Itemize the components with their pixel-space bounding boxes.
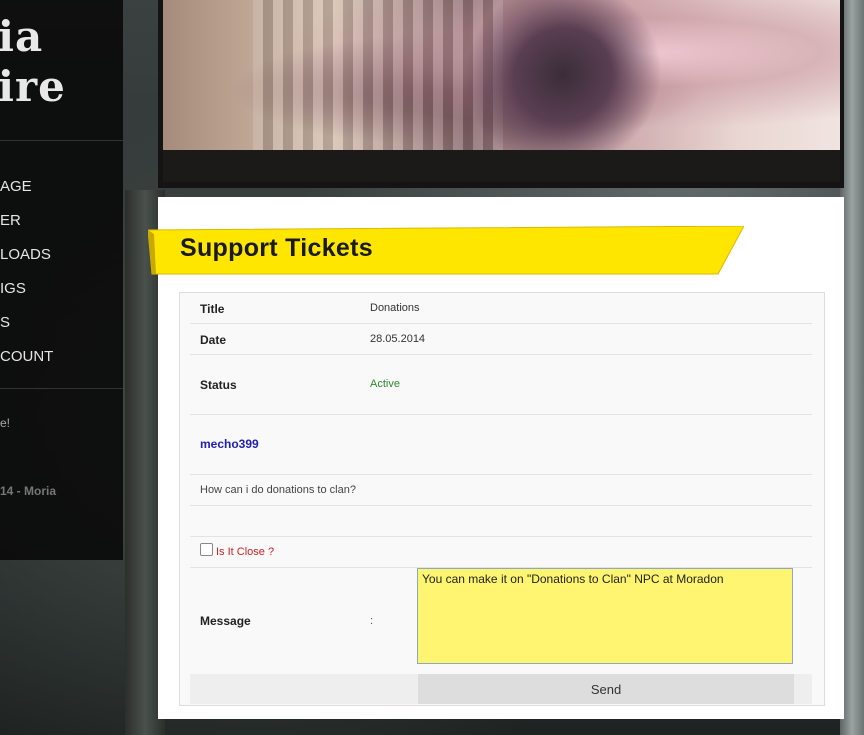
ticket-row-close — [190, 537, 812, 568]
sidebar-note: e! — [0, 416, 11, 430]
sidebar: ia ire AGE ER LOADS IGS S COUNT e! 14 - … — [0, 0, 123, 560]
ticket-row-author: mecho399 — [190, 415, 812, 475]
nav-item-register[interactable]: ER — [0, 206, 123, 240]
page-title: Support Tickets — [180, 234, 373, 262]
author-username[interactable]: mecho399 — [200, 437, 259, 451]
ticket-body-text: How can i do donations to clan? — [200, 484, 356, 496]
sidebar-divider — [0, 388, 123, 389]
logo-line-2: ire — [0, 62, 66, 111]
nav-item-s[interactable]: S — [0, 308, 123, 342]
nav-item-account[interactable]: COUNT — [0, 342, 123, 376]
title-value: Donations — [370, 302, 420, 314]
sidebar-nav: AGE ER LOADS IGS S COUNT — [0, 172, 123, 376]
banner-bottom-bar — [163, 150, 840, 182]
status-badge: Active — [370, 378, 400, 390]
ticket-row-body: How can i do donations to clan? — [190, 475, 812, 506]
message-label: Message — [200, 614, 251, 628]
nav-item-downloads[interactable]: LOADS — [0, 240, 123, 274]
header-banner-image — [163, 0, 840, 150]
sidebar-copyright: 14 - Moria — [0, 484, 57, 498]
site-logo[interactable]: ia ire — [0, 0, 123, 141]
nav-item-rankings[interactable]: IGS — [0, 274, 123, 308]
ticket-row-title: Title Donations — [190, 293, 812, 324]
nav-item-homepage[interactable]: AGE — [0, 172, 123, 206]
ticket-row-date: Date 28.05.2014 — [190, 324, 812, 355]
date-value: 28.05.2014 — [370, 333, 426, 345]
title-label: Title — [200, 302, 225, 316]
close-checkbox[interactable] — [200, 543, 213, 556]
status-label: Status — [200, 378, 237, 392]
ticket-row-spacer — [190, 506, 812, 537]
send-button[interactable]: Send — [418, 674, 794, 704]
date-label: Date — [200, 333, 227, 347]
ticket-row-status: Status Active — [190, 355, 812, 415]
logo-line-1: ia — [0, 12, 44, 61]
close-checkbox-label[interactable]: Is It Close ? — [216, 546, 274, 558]
message-textarea[interactable]: You can make it on "Donations to Clan" N… — [417, 568, 793, 664]
message-colon: : — [370, 615, 374, 627]
